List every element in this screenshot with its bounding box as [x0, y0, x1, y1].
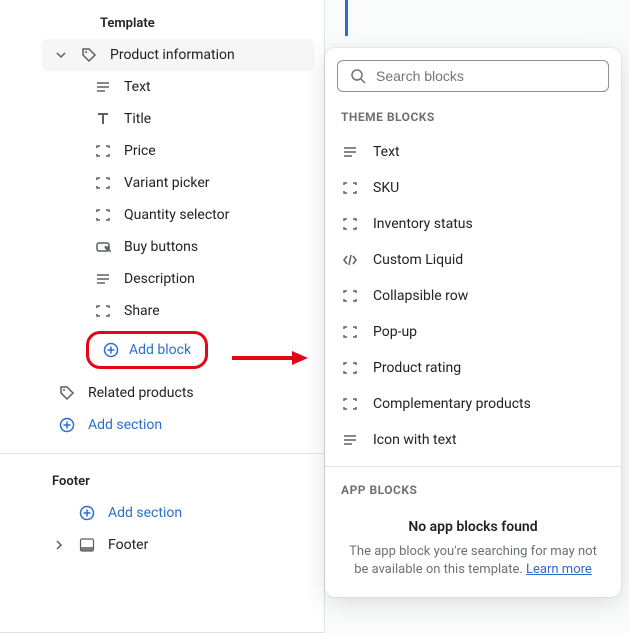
learn-more-link[interactable]: Learn more — [526, 562, 592, 577]
footer-icon — [78, 537, 96, 553]
text-lines-icon — [94, 79, 112, 95]
plus-circle-icon — [58, 417, 76, 433]
add-section-label: Add section — [108, 505, 302, 521]
theme-block-item[interactable]: Icon with text — [325, 422, 621, 458]
block-item[interactable]: Title — [82, 103, 314, 135]
block-label: Variant picker — [124, 175, 302, 191]
block-outline-icon — [341, 180, 359, 196]
tag-icon — [80, 47, 98, 63]
footer-heading: Footer — [0, 466, 324, 497]
app-blocks-empty-description: The app block you're searching for may n… — [343, 543, 603, 579]
theme-block-label: Pop-up — [373, 324, 417, 340]
block-label: Text — [124, 79, 302, 95]
block-label: Buy buttons — [124, 239, 302, 255]
add-section-label: Add section — [88, 417, 302, 433]
buy-button-icon — [94, 239, 112, 255]
add-block-button[interactable]: Add block — [86, 331, 208, 369]
block-label: Quantity selector — [124, 207, 302, 223]
app-blocks-empty-title: No app blocks found — [343, 519, 603, 535]
theme-block-item[interactable]: Text — [325, 134, 621, 170]
theme-blocks-heading: THEME BLOCKS — [325, 104, 621, 134]
theme-block-label: Complementary products — [373, 396, 531, 412]
theme-block-label: Product rating — [373, 360, 461, 376]
divider — [325, 466, 621, 467]
plus-circle-icon — [78, 505, 96, 521]
theme-block-item[interactable]: Complementary products — [325, 386, 621, 422]
block-outline-icon — [94, 303, 112, 319]
block-label: Price — [124, 143, 302, 159]
section-label: Product information — [110, 47, 302, 63]
preview-selection-indicator — [345, 0, 348, 36]
text-lines-icon — [341, 432, 359, 448]
block-label: Description — [124, 271, 302, 287]
blocks-popover: THEME BLOCKS Text SKU Inventory status Cust… — [325, 48, 621, 597]
code-icon — [341, 252, 359, 268]
section-label: Footer — [108, 537, 302, 553]
block-outline-icon — [341, 324, 359, 340]
divider — [0, 453, 324, 454]
block-outline-icon — [341, 216, 359, 232]
chevron-right-icon[interactable] — [52, 540, 66, 550]
block-label: Title — [124, 111, 302, 127]
block-outline-icon — [341, 360, 359, 376]
sidebar: Template Product information Text Title Pr… — [0, 0, 325, 633]
text-lines-icon — [341, 144, 359, 160]
add-block-label: Add block — [129, 342, 191, 358]
search-input[interactable] — [376, 68, 596, 84]
annotation-arrow-icon — [230, 350, 310, 366]
block-item[interactable]: Description — [82, 263, 314, 295]
block-item[interactable]: Buy buttons — [82, 231, 314, 263]
block-item[interactable]: Share — [82, 295, 314, 327]
section-related-products[interactable]: Related products — [42, 377, 314, 409]
theme-block-item[interactable]: Product rating — [325, 350, 621, 386]
section-footer[interactable]: Footer — [40, 529, 314, 561]
section-label: Related products — [88, 385, 302, 401]
theme-block-label: Custom Liquid — [373, 252, 463, 268]
theme-block-item[interactable]: Pop-up — [325, 314, 621, 350]
block-item[interactable]: Quantity selector — [82, 199, 314, 231]
theme-block-item[interactable]: Inventory status — [325, 206, 621, 242]
plus-circle-icon — [103, 342, 119, 358]
theme-block-label: SKU — [373, 180, 399, 196]
block-label: Share — [124, 303, 302, 319]
block-outline-icon — [94, 143, 112, 159]
chevron-down-icon[interactable] — [54, 50, 68, 60]
block-outline-icon — [341, 288, 359, 304]
tag-icon — [58, 385, 76, 401]
add-section-button[interactable]: Add section — [42, 409, 314, 441]
block-outline-icon — [94, 207, 112, 223]
theme-block-item[interactable]: SKU — [325, 170, 621, 206]
theme-block-label: Collapsible row — [373, 288, 468, 304]
add-section-button-footer[interactable]: Add section — [40, 497, 314, 529]
section-product-information[interactable]: Product information — [42, 39, 314, 71]
app-blocks-heading: APP BLOCKS — [325, 477, 621, 507]
search-icon — [350, 68, 366, 84]
block-item[interactable]: Price — [82, 135, 314, 167]
block-item[interactable]: Text — [82, 71, 314, 103]
block-item[interactable]: Variant picker — [82, 167, 314, 199]
theme-block-label: Icon with text — [373, 432, 457, 448]
theme-block-label: Inventory status — [373, 216, 473, 232]
block-outline-icon — [94, 175, 112, 191]
template-heading: Template — [0, 8, 324, 39]
block-outline-icon — [341, 396, 359, 412]
search-input-wrapper[interactable] — [337, 60, 609, 92]
title-t-icon — [94, 111, 112, 127]
theme-block-item[interactable]: Collapsible row — [325, 278, 621, 314]
theme-block-label: Text — [373, 144, 400, 160]
text-lines-icon — [94, 271, 112, 287]
theme-block-item[interactable]: Custom Liquid — [325, 242, 621, 278]
